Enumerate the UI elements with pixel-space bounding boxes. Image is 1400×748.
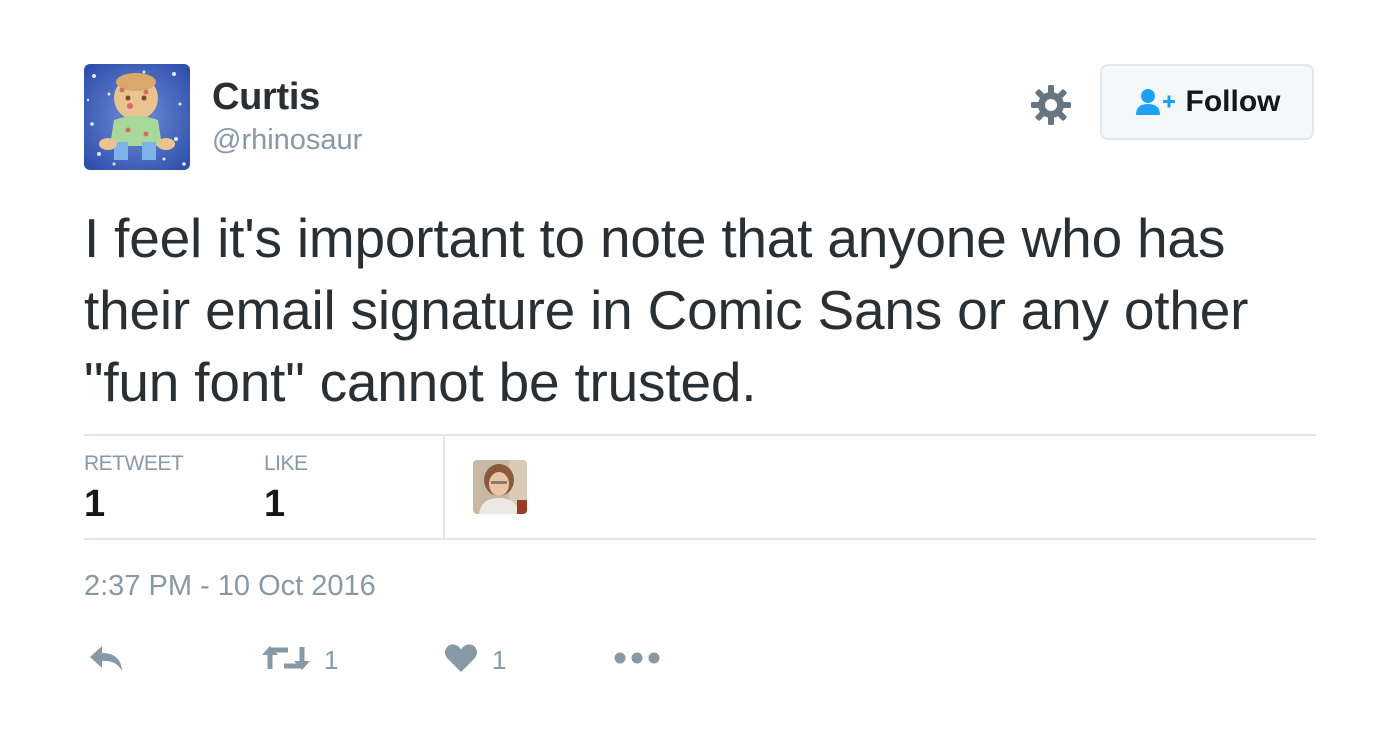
stats-divider-top [84,434,1316,436]
gear-icon[interactable] [1030,84,1072,126]
like-button[interactable]: 1 [444,638,506,682]
follow-button-label: Follow [1185,85,1281,118]
more-icon [614,651,660,670]
reply-icon [88,643,126,678]
liker-avatar[interactable] [473,460,527,514]
like-stat-label[interactable]: LIKE [264,452,308,476]
tweet-timestamp[interactable]: 2:37 PM - 10 Oct 2016 [84,570,376,603]
reply-button[interactable] [88,638,126,682]
retweet-icon [262,643,310,678]
retweet-stat-label[interactable]: RETWEET [84,452,184,476]
like-stat-count[interactable]: 1 [264,483,285,526]
author-avatar[interactable] [84,64,190,170]
more-button[interactable] [614,638,660,682]
stats-divider-vertical [443,436,445,538]
retweet-button[interactable]: 1 [262,638,338,682]
retweet-stat-count[interactable]: 1 [84,483,105,526]
retweet-action-count: 1 [324,644,339,675]
author-handle[interactable]: @rhinosaur [212,124,362,157]
add-user-icon [1134,87,1178,117]
like-action-count: 1 [492,644,507,675]
author-name[interactable]: Curtis [212,76,320,119]
stats-divider-bottom [84,538,1316,540]
follow-button[interactable]: Follow [1100,64,1314,140]
heart-icon [444,643,478,678]
tweet-text: I feel it's important to note that anyon… [84,207,1249,413]
